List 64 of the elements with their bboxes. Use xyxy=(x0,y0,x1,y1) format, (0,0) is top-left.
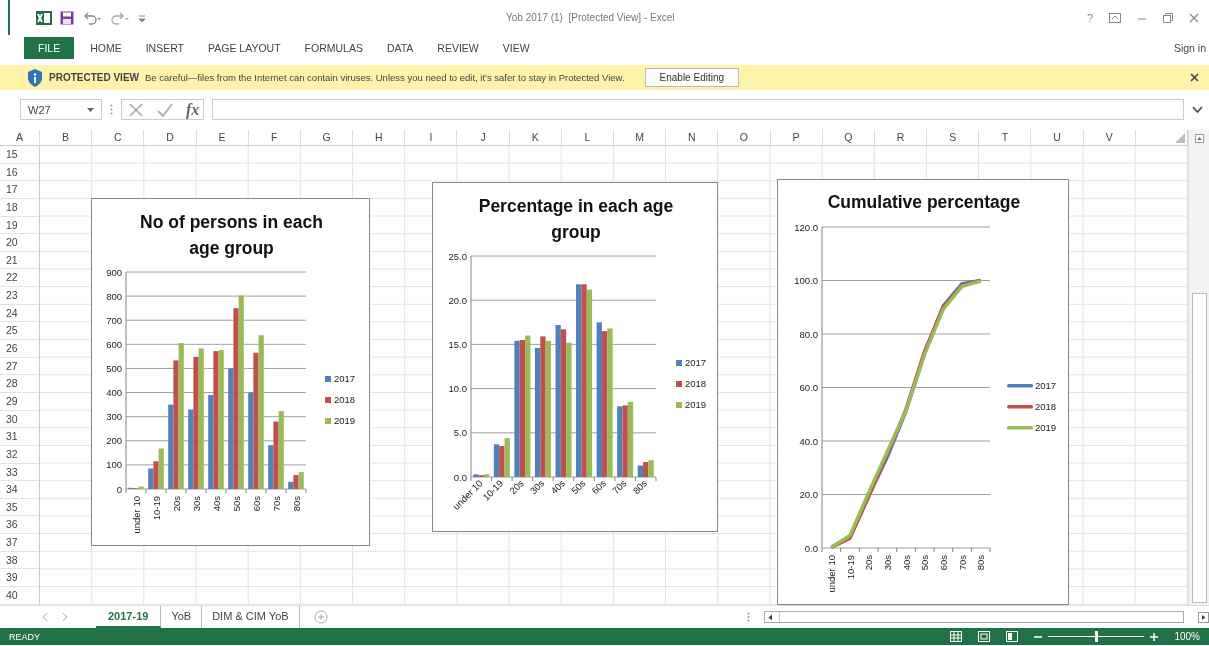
axis-label: 70s xyxy=(270,496,282,512)
axis-label: 700 xyxy=(106,314,122,326)
chart-title: No of persons in each age group xyxy=(139,211,324,260)
legend-label: 2018 xyxy=(1035,401,1057,412)
axis-label: 20s xyxy=(170,496,182,512)
axis-label: 70s xyxy=(956,555,968,571)
axis-label: 60s xyxy=(937,555,949,571)
axis-label: 400 xyxy=(106,387,122,399)
axis-label: 5.0 xyxy=(453,427,467,439)
axis-label: 100.0 xyxy=(794,275,818,286)
axis-label: 15.0 xyxy=(448,338,467,350)
axis-label: 200 xyxy=(106,435,122,447)
axis-label: 60s xyxy=(589,477,609,497)
axis-label: 10-19 xyxy=(150,496,162,521)
axis-label: 20.0 xyxy=(799,489,818,500)
legend-label: 2017 xyxy=(1035,380,1057,391)
axis-label: 30s xyxy=(881,555,893,571)
axis-label: 20s xyxy=(863,555,875,571)
axis-label: 70s xyxy=(609,477,629,497)
legend-label: 2019 xyxy=(334,415,356,426)
axis-label: 60s xyxy=(250,496,262,512)
axis-label: 100 xyxy=(106,459,122,471)
axis-label: 10.0 xyxy=(448,383,467,395)
axis-label: 50s xyxy=(919,555,931,571)
axis-label: 500 xyxy=(106,362,122,374)
axis-label: 600 xyxy=(106,338,122,350)
legend-label: 2017 xyxy=(685,357,707,368)
axis-label: 80s xyxy=(290,496,302,512)
protected-view-label: PROTECTED VIEW xyxy=(49,72,139,83)
axis-label: 300 xyxy=(106,411,122,423)
axis-label: 40s xyxy=(548,477,567,497)
axis-label: 0.0 xyxy=(804,542,818,554)
legend-label: 2018 xyxy=(334,394,356,405)
axis-label: 20.0 xyxy=(448,294,467,306)
axis-label: 40s xyxy=(210,496,222,512)
axis-label: 20s xyxy=(507,477,526,497)
chart-title: Percentage in each age group xyxy=(477,195,675,244)
axis-label: 30s xyxy=(190,496,202,512)
axis-label: 0 xyxy=(116,483,122,495)
axis-label: 800 xyxy=(106,290,122,302)
protected-view-message: Be careful—files from the Internet can contain viruses. Unless you need to edit, it's safer to stay in Protected View. xyxy=(145,72,625,83)
axis-label: 40.0 xyxy=(799,435,818,447)
legend-label: 2019 xyxy=(1035,422,1057,433)
window-title: Yob 2017 (1) [Protected View] - Excel xyxy=(506,12,676,23)
axis-label: 900 xyxy=(106,266,122,278)
legend-label: 2018 xyxy=(685,378,707,389)
axis-label: 10-19 xyxy=(844,555,856,580)
chart-title: Cumulative percentage xyxy=(826,191,1022,214)
axis-label: 80s xyxy=(630,477,650,497)
axis-label: 50s xyxy=(568,477,588,497)
axis-label: 40s xyxy=(900,555,912,571)
axis-label: 50s xyxy=(230,496,242,512)
axis-label: 30s xyxy=(527,477,547,497)
axis-label: 80s xyxy=(975,555,987,571)
axis-label: 80.0 xyxy=(799,328,818,340)
axis-label: under 10 xyxy=(130,496,142,534)
axis-label: under 10 xyxy=(825,555,837,593)
axis-label: 120.0 xyxy=(794,221,818,233)
legend-label: 2019 xyxy=(685,399,707,410)
legend-label: 2017 xyxy=(334,373,356,384)
axis-label: 0.0 xyxy=(453,471,467,483)
axis-label: 60.0 xyxy=(799,382,818,393)
status-mode: READY xyxy=(9,631,40,642)
axis-label: 25.0 xyxy=(448,250,467,262)
